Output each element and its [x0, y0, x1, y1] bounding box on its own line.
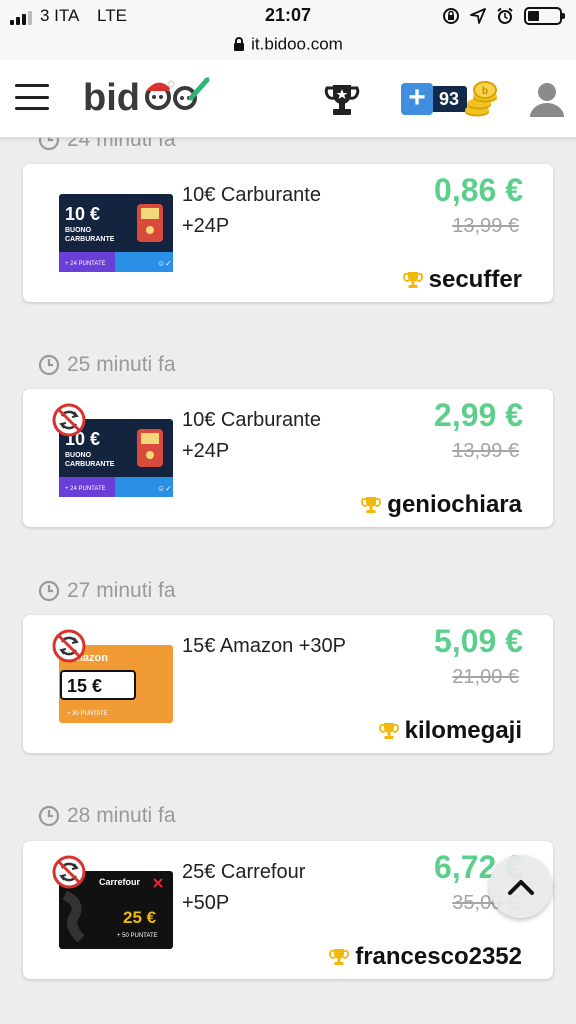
location-arrow-icon — [470, 8, 486, 24]
winner[interactable]: secuffer — [402, 266, 522, 294]
voucher-line2: CARBURANTE — [65, 236, 115, 243]
app-header: bidoo bid + 93 b — [0, 60, 576, 138]
url-text: it.bidoo.com — [251, 34, 343, 54]
add-credit-button[interactable]: + — [401, 83, 433, 115]
voucher-bonus: + 24 PUNTATE — [65, 486, 106, 492]
clock-icon — [38, 805, 60, 827]
voucher-line2: CARBURANTE — [65, 461, 115, 468]
auction-card[interactable]: 10 € BUONO CARBURANTE + 24 PUNTATE ☺✓ 10… — [23, 389, 553, 527]
no-autobid-icon — [52, 403, 86, 437]
voucher-line1: BUONO — [65, 227, 92, 234]
retail-price: 21,00 € — [452, 666, 519, 688]
status-bar: 3 ITA LTE 21:07 — [0, 0, 576, 34]
user-profile-icon[interactable] — [528, 80, 566, 123]
orientation-lock-icon — [443, 8, 459, 24]
no-autobid-icon — [52, 855, 86, 889]
svg-text:☺✓: ☺✓ — [157, 484, 172, 493]
final-price: 2,99 € — [434, 397, 523, 433]
clock-icon — [38, 580, 60, 602]
final-price: 0,86 € — [434, 172, 523, 208]
winner-username: geniochiara — [387, 491, 522, 518]
fuel-voucher-image: 10 € BUONO CARBURANTE + 24 PUNTATE ☺✓ — [59, 194, 173, 272]
winner-username: kilomegaji — [404, 717, 522, 744]
auction-time-ago: 25 minuti fa — [38, 353, 176, 377]
product-title[interactable]: 25€ Carrefour +50P — [182, 857, 352, 919]
giftcard-bonus: + 30 PUNTATE — [67, 711, 108, 717]
chevron-up-icon — [507, 879, 534, 895]
time-ago-text: 25 minuti fa — [67, 353, 176, 376]
winner-username: secuffer — [428, 266, 522, 293]
giftcard-bonus: + 50 PUNTATE — [117, 933, 158, 939]
voucher-bonus: + 24 PUNTATE — [65, 261, 106, 267]
winner[interactable]: kilomegaji — [378, 717, 522, 745]
winner-trophy-icon — [402, 272, 423, 288]
auction-card[interactable]: 10 € BUONO CARBURANTE + 24 PUNTATE ☺✓ 10… — [23, 164, 553, 302]
winner-trophy-icon — [329, 949, 350, 965]
voucher-amount: 10 € — [65, 204, 100, 224]
svg-text:b: b — [482, 86, 488, 97]
voucher-line1: BUONO — [65, 452, 92, 459]
time-ago-text: 27 minuti fa — [67, 579, 176, 602]
alarm-icon — [497, 7, 513, 24]
credit-count: 93 — [433, 86, 468, 112]
final-price: 5,09 € — [434, 623, 523, 659]
auction-card[interactable]: Carrefour 25 € + 50 PUNTATE 25€ Carrefou… — [23, 841, 553, 979]
auction-card[interactable]: amazon 15 € + 30 PUNTATE 15€ Amazon +30P… — [23, 615, 553, 753]
leaderboard-trophy-icon[interactable] — [324, 82, 360, 123]
product-title[interactable]: 10€ Carburante +24P — [182, 180, 352, 242]
scroll-to-top-button[interactable] — [489, 855, 552, 918]
bidoo-logo-graphic: bid — [83, 77, 210, 119]
product-title[interactable]: 15€ Amazon +30P — [182, 631, 352, 662]
giftcard-brand: Carrefour — [99, 877, 141, 887]
retail-price: 13,99 € — [452, 440, 519, 462]
coins-icon: b — [465, 81, 498, 117]
giftcard-amount: 25 € — [123, 908, 157, 927]
address-bar[interactable]: it.bidoo.com — [0, 34, 576, 60]
battery-icon — [524, 7, 565, 25]
winner-trophy-icon — [361, 497, 382, 513]
bidoo-logo[interactable]: bidoo bid — [78, 74, 211, 120]
retail-price: 13,99 € — [452, 215, 519, 237]
auction-time-ago: 28 minuti fa — [38, 804, 176, 828]
winner-username: francesco2352 — [355, 943, 522, 970]
auction-time-ago: 27 minuti fa — [38, 579, 176, 603]
svg-text:☺✓: ☺✓ — [157, 259, 172, 268]
no-autobid-icon — [52, 629, 86, 663]
credit-balance[interactable]: + 93 b — [401, 81, 501, 117]
winner[interactable]: geniochiara — [361, 491, 522, 519]
time-ago-text: 28 minuti fa — [67, 804, 176, 827]
winner-trophy-icon — [378, 723, 399, 739]
clock-icon — [38, 354, 60, 376]
menu-icon[interactable] — [15, 84, 49, 110]
giftcard-amount: 15 € — [67, 676, 102, 696]
product-title[interactable]: 10€ Carburante +24P — [182, 405, 352, 467]
winner[interactable]: francesco2352 — [329, 943, 522, 971]
svg-text:bid: bid — [83, 77, 140, 119]
lock-icon — [234, 37, 245, 52]
